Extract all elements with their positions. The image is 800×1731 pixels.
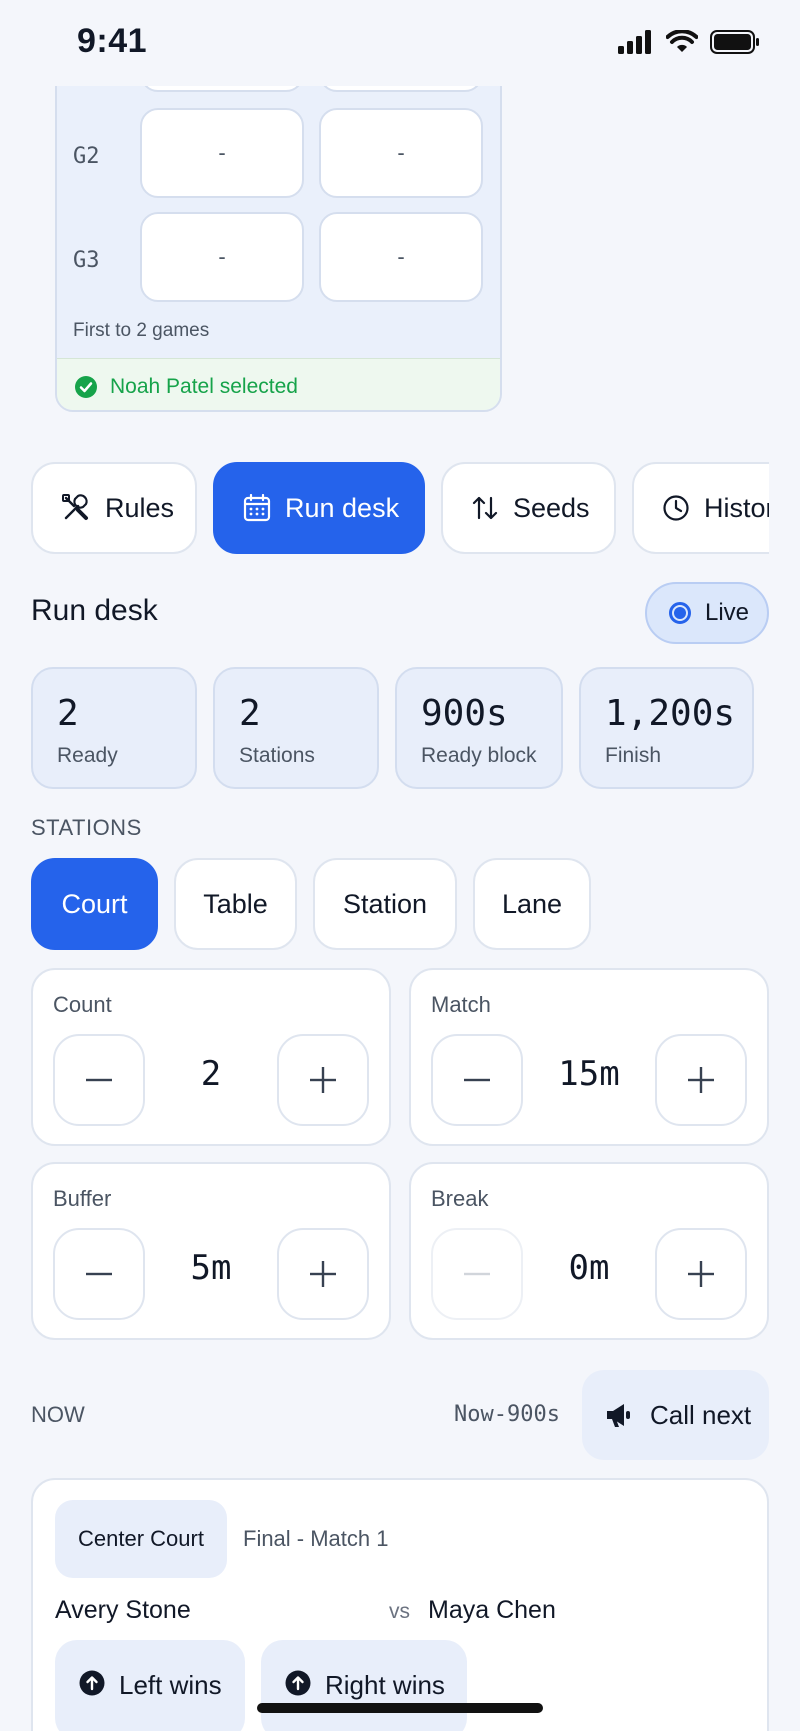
minus-icon — [86, 1078, 112, 1082]
stepper-label: Match — [431, 992, 491, 1017]
arrow-up-circle-icon — [79, 1670, 105, 1696]
section-tabs: Rules Run desk Seeds History — [31, 462, 769, 556]
stepper-value: 5m — [190, 1248, 232, 1288]
first-to-note: First to 2 games — [73, 320, 210, 341]
game-label: G2 — [73, 144, 100, 169]
tab-rules[interactable]: Rules — [31, 462, 197, 554]
score-input-g2-left[interactable]: - — [140, 108, 304, 198]
score-card: G2 - - G3 - - First to 2 games Noah Pate… — [55, 40, 502, 412]
match-duration-stepper: Match 15m — [409, 968, 769, 1146]
increment-button[interactable] — [277, 1228, 369, 1320]
increment-button[interactable] — [655, 1034, 747, 1126]
check-circle-icon — [75, 375, 97, 398]
plus-icon — [688, 1067, 714, 1093]
score-input-g3-left[interactable]: - — [140, 212, 304, 302]
arrow-up-circle-icon — [285, 1670, 311, 1696]
stat-card-ready: 2 Ready — [31, 667, 197, 789]
stat-value: 2 — [239, 693, 261, 734]
cellular-signal-icon — [618, 30, 651, 54]
tab-label: Run desk — [285, 492, 400, 523]
sort-arrows-icon — [472, 496, 498, 520]
status-bar: 9:41 — [0, 0, 800, 86]
live-radio-icon — [669, 602, 691, 624]
megaphone-icon — [607, 1404, 630, 1427]
tab-label: Seeds — [513, 492, 590, 523]
status-icons — [618, 30, 760, 54]
call-next-label: Call next — [650, 1399, 752, 1430]
current-match-card: Center Court Final - Match 1 Avery Stone… — [31, 1478, 769, 1731]
now-heading: NOW — [31, 1402, 85, 1427]
minus-icon — [464, 1078, 490, 1082]
left-wins-button[interactable]: Left wins — [55, 1640, 245, 1731]
station-type-table[interactable]: Table — [174, 858, 297, 950]
stepper-label: Count — [53, 992, 112, 1017]
tab-label: Rules — [105, 492, 175, 523]
tools-icon — [62, 494, 88, 520]
decrement-button[interactable] — [53, 1228, 145, 1320]
increment-button[interactable] — [655, 1228, 747, 1320]
buffer-stepper: Buffer 5m — [31, 1162, 391, 1340]
game-label: G3 — [73, 248, 100, 273]
stat-card-finish: 1,200s Finish — [579, 667, 754, 789]
plus-icon — [688, 1261, 714, 1287]
tab-run-desk[interactable]: Run desk — [213, 462, 425, 554]
score-input-g3-right[interactable]: - — [319, 212, 483, 302]
section-title: Run desk — [31, 594, 158, 627]
minus-icon — [464, 1272, 490, 1276]
home-indicator[interactable] — [257, 1703, 543, 1713]
calendar-icon — [243, 494, 271, 522]
stations-heading: STATIONS — [31, 815, 142, 840]
count-stepper: Count 2 — [31, 968, 391, 1146]
stepper-value: 0m — [568, 1248, 610, 1288]
stepper-label: Break — [431, 1186, 489, 1211]
tab-label: History — [704, 492, 769, 523]
selection-banner: Noah Patel selected — [57, 358, 500, 410]
player-left: Avery Stone — [55, 1596, 191, 1624]
minus-icon — [86, 1272, 112, 1276]
stat-value: 1,200s — [605, 693, 736, 734]
right-wins-button[interactable]: Right wins — [261, 1640, 467, 1731]
decrement-button[interactable] — [53, 1034, 145, 1126]
selection-text: Noah Patel selected — [110, 374, 298, 398]
call-next-button[interactable]: Call next — [582, 1370, 769, 1460]
stat-label: Ready — [57, 744, 118, 767]
stat-label: Ready block — [421, 744, 537, 767]
match-name: Final - Match 1 — [243, 1526, 389, 1551]
plus-icon — [310, 1067, 336, 1093]
score-input-g2-right[interactable]: - — [319, 108, 483, 198]
stepper-value: 2 — [200, 1054, 222, 1094]
player-right: Maya Chen — [428, 1596, 556, 1624]
tab-history[interactable]: History — [632, 462, 769, 554]
plus-icon — [310, 1261, 336, 1287]
station-type-court[interactable]: Court — [31, 858, 158, 950]
stat-value: 900s — [421, 693, 508, 734]
wifi-icon — [666, 30, 698, 52]
stat-card-ready-block: 900s Ready block — [395, 667, 563, 789]
stat-card-stations: 2 Stations — [213, 667, 379, 789]
station-type-lane[interactable]: Lane — [473, 858, 591, 950]
stepper-value: 15m — [558, 1054, 620, 1094]
decrement-button[interactable] — [431, 1034, 523, 1126]
right-wins-label: Right wins — [325, 1670, 445, 1700]
clock-icon — [663, 495, 689, 521]
live-label: Live — [705, 599, 750, 626]
tab-seeds[interactable]: Seeds — [441, 462, 616, 554]
stat-value: 2 — [57, 693, 79, 734]
vs-label: vs — [389, 1600, 410, 1623]
station-type-station[interactable]: Station — [313, 858, 457, 950]
stat-label: Stations — [239, 744, 315, 767]
decrement-button[interactable] — [431, 1228, 523, 1320]
stat-label: Finish — [605, 744, 662, 767]
left-wins-label: Left wins — [119, 1670, 222, 1700]
status-time: 9:41 — [77, 22, 148, 60]
stepper-label: Buffer — [53, 1186, 112, 1211]
live-toggle[interactable]: Live — [645, 582, 769, 644]
battery-icon — [710, 30, 759, 54]
now-time: Now-900s — [454, 1402, 560, 1427]
court-badge: Center Court — [55, 1500, 227, 1578]
break-stepper: Break 0m — [409, 1162, 769, 1340]
increment-button[interactable] — [277, 1034, 369, 1126]
